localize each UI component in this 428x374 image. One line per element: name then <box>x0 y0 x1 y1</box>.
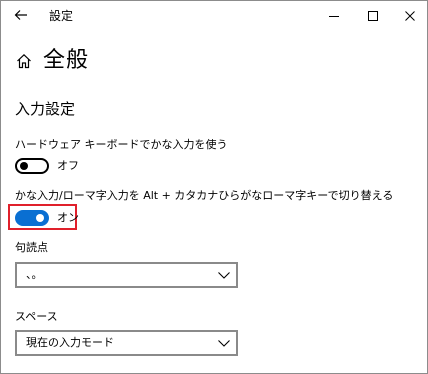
section-title: 入力設定 <box>15 100 76 118</box>
close-button[interactable] <box>393 1 427 29</box>
minimize-icon <box>329 6 339 25</box>
kana-romaji-switch-label: かな入力/ローマ字入力を Alt + カタカナひらがなローマ字キーで切り替える <box>15 189 394 202</box>
settings-window: 設定 全般 入力設定 ハードウェア キーボードでかな入力を使う オフ かな入力/… <box>0 0 428 374</box>
punctuation-label: 句読点 <box>15 241 48 254</box>
toggle-knob <box>36 214 44 222</box>
hardware-keyboard-state: オフ <box>57 159 79 172</box>
space-value: 現在の入力モード <box>26 336 114 349</box>
space-dropdown[interactable]: 現在の入力モード <box>15 330 238 356</box>
close-icon <box>405 6 415 25</box>
hardware-keyboard-label: ハードウェア キーボードでかな入力を使う <box>15 138 228 151</box>
toggle-knob <box>20 162 28 170</box>
chevron-down-icon <box>218 270 230 280</box>
page-header: 全般 <box>15 47 89 75</box>
punctuation-value: 、。 <box>26 268 43 281</box>
kana-romaji-switch-setting: オン <box>15 208 79 228</box>
minimize-button[interactable] <box>317 1 351 29</box>
title-bar: 設定 <box>1 1 427 31</box>
window-title: 設定 <box>49 9 74 23</box>
kana-romaji-switch-toggle[interactable] <box>15 210 49 226</box>
punctuation-dropdown[interactable]: 、。 <box>15 262 238 288</box>
maximize-button[interactable] <box>356 1 390 29</box>
back-arrow-icon <box>14 6 28 25</box>
kana-romaji-switch-state: オン <box>57 211 79 224</box>
back-button[interactable] <box>9 4 33 26</box>
chevron-down-icon <box>218 338 230 348</box>
home-icon <box>15 52 33 70</box>
space-label: スペース <box>15 310 58 323</box>
page-title: 全般 <box>43 48 90 73</box>
hardware-keyboard-toggle[interactable] <box>15 158 49 174</box>
maximize-icon <box>368 6 378 25</box>
hardware-keyboard-setting: オフ <box>15 156 79 176</box>
